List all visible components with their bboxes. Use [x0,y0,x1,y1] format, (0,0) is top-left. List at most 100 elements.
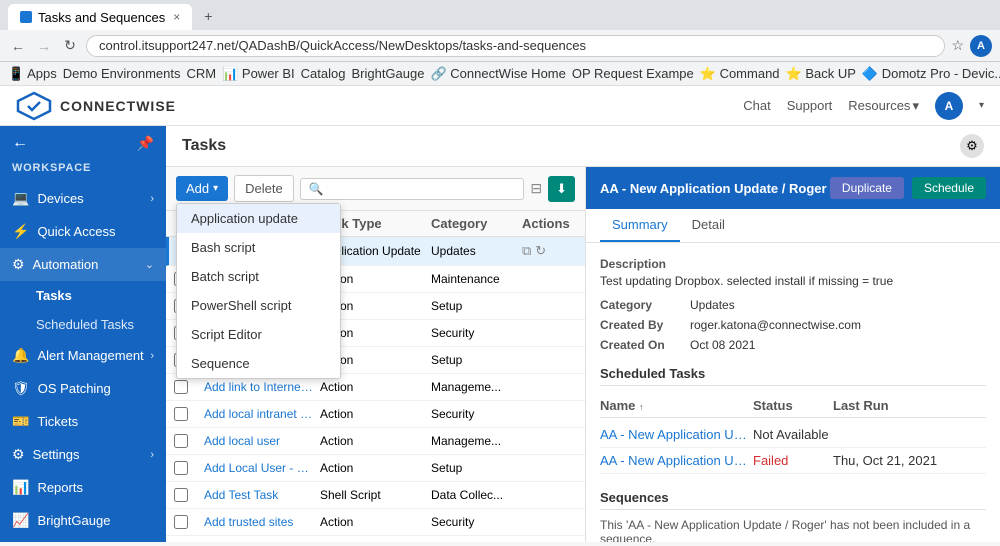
row-type: Action [320,434,425,448]
user-avatar[interactable]: A [935,92,963,120]
row-checkbox[interactable] [174,488,188,502]
op-request-bookmark[interactable]: OP Request Exampe [572,66,694,81]
table-row[interactable]: Add trusted sites Action Security [166,509,585,536]
scheduled-tasks-title: Scheduled Tasks [600,366,986,386]
refresh-action-icon[interactable]: ↻ [535,243,546,259]
add-button[interactable]: Add ▾ [176,176,228,201]
duplicate-button[interactable]: Duplicate [830,177,904,199]
row-checkbox[interactable] [174,434,188,448]
sched-name: AA - New Application Updat... [600,427,753,442]
search-input[interactable] [328,182,516,196]
sched-col-lastrun: Last Run [833,398,986,413]
powerbi-bookmark[interactable]: 📊 Power BI [222,66,295,82]
chevron-right-icon: › [150,350,154,362]
created-by-label: Created By [600,318,690,332]
back-nav-icon[interactable]: ← [12,134,28,152]
table-row[interactable]: Add Local User - Updated Action Setup [166,455,585,482]
schedule-button[interactable]: Schedule [912,177,986,199]
connectwise-home-bookmark[interactable]: 🔗 ConnectWise Home [430,66,565,82]
row-checkbox[interactable] [174,515,188,529]
logo-text: CONNECTWISE [60,98,176,114]
row-checkbox[interactable] [174,461,188,475]
address-input[interactable]: control.itsupport247.net/QADashB/QuickAc… [86,35,945,57]
row-name: Add local user [204,434,314,448]
delete-button[interactable]: Delete [234,175,294,202]
dropdown-item-application-update[interactable]: Application update [177,204,340,233]
download-button[interactable]: ⬇ [548,176,575,202]
apps-bookmark[interactable]: 📱 Apps [8,66,57,82]
back-button[interactable]: ← [8,38,28,54]
sidebar-item-label: Reports [37,480,83,495]
domotz-bookmark[interactable]: 🔷 Domotz Pro - Devic... [862,66,1000,82]
tab-detail[interactable]: Detail [680,209,737,242]
catalog-bookmark[interactable]: Catalog [301,66,346,81]
sched-status: Not Available [753,427,833,442]
table-row[interactable]: Add local user Action Manageme... [166,428,585,455]
detail-title: AA - New Application Update / Roger [600,181,827,196]
dropdown-item-bash-script[interactable]: Bash script [177,233,340,262]
category-row: Category Updates [600,298,986,312]
row-type: Action [320,515,425,529]
tab-title: Tasks and Sequences [38,10,165,25]
refresh-button[interactable]: ↻ [60,37,80,54]
main-content: Tasks ⚙ Add ▾ Application update [166,126,1000,542]
row-checkbox[interactable] [174,380,188,394]
star-icon[interactable]: ☆ [951,37,964,54]
dropdown-item-script-editor[interactable]: Script Editor [177,320,340,349]
scheduled-table-row[interactable]: AA - New Application Updat.... Failed Th… [600,448,986,474]
account-avatar[interactable]: A [970,35,992,57]
row-checkbox[interactable] [174,407,188,421]
tab-summary[interactable]: Summary [600,209,680,242]
command-bookmark[interactable]: ⭐ Command [700,66,780,82]
table-row[interactable]: Add Test Task Shell Script Data Collec..… [166,482,585,509]
tab-favicon [20,11,32,23]
sidebar-item-quick-access[interactable]: ⚡ Quick Access [0,215,166,248]
support-link[interactable]: Support [787,98,833,113]
top-nav: CONNECTWISE Chat Support Resources ▾ A ▾ [0,86,1000,126]
dropdown-item-powershell[interactable]: PowerShell script [177,291,340,320]
row-category: Updates [431,244,516,258]
demo-bookmark[interactable]: Demo Environments [63,66,181,81]
chat-link[interactable]: Chat [743,98,770,113]
crm-bookmark[interactable]: CRM [187,66,217,81]
browser-tab[interactable]: Tasks and Sequences × [8,4,192,30]
dropdown-item-sequence[interactable]: Sequence [177,349,340,378]
sidebar-item-bdr[interactable]: 💾 BDR [0,537,166,542]
sidebar-item-settings[interactable]: ⚙ Settings › [0,438,166,471]
sidebar-sub-item-tasks[interactable]: Tasks [0,281,166,310]
scheduled-table-row[interactable]: AA - New Application Updat... Not Availa… [600,422,986,448]
sidebar-item-automation[interactable]: ⚙ Automation ⌄ [0,248,166,281]
row-category: Setup [431,299,516,313]
backup-bookmark[interactable]: ⭐ Back UP [786,66,856,82]
avatar-dropdown-icon[interactable]: ▾ [979,100,984,111]
sched-col-name: Name ↑ [600,398,753,413]
sidebar-item-label: Automation [33,257,99,272]
sidebar-item-os-patching[interactable]: 🛡 OS Patching [0,372,166,405]
sidebar-item-reports[interactable]: 📊 Reports [0,471,166,504]
forward-button[interactable]: → [34,38,54,54]
sidebar-sub-item-scheduled-tasks[interactable]: Scheduled Tasks [0,310,166,339]
table-row[interactable]: Add local intranet sites Action Security [166,401,585,428]
sidebar-item-alert-management[interactable]: 🔔 Alert Management › [0,339,166,372]
description-section: Description Test updating Dropbox. selec… [600,257,986,288]
dropdown-item-batch-script[interactable]: Batch script [177,262,340,291]
sidebar-item-tickets[interactable]: 🎫 Tickets [0,405,166,438]
row-type: Action [320,380,425,394]
tab-close-icon[interactable]: × [173,10,180,24]
row-category: Setup [431,353,516,367]
resources-link[interactable]: Resources ▾ [848,98,919,114]
add-dropdown-menu: Application update Bash script Batch scr… [176,203,341,379]
sidebar-item-label: Settings [33,447,80,462]
pin-icon[interactable]: 📌 [137,135,154,152]
sidebar-item-brightgauge[interactable]: 📈 BrightGauge [0,504,166,537]
new-tab-button[interactable]: + [196,4,220,28]
brightgauge-bookmark[interactable]: BrightGauge [351,66,424,81]
filter-icon[interactable]: ⊟ [530,180,542,197]
sidebar-item-label: BrightGauge [37,513,110,528]
sidebar-item-label: OS Patching [38,381,111,396]
table-row[interactable]: Adobe Acrobat Reader DC Action Applicati… [166,536,585,542]
page-settings-icon[interactable]: ⚙ [960,134,984,158]
copy-action-icon[interactable]: ⧉ [522,243,531,259]
sched-status: Failed [753,453,833,468]
sidebar-item-devices[interactable]: 💻 Devices › [0,182,166,215]
